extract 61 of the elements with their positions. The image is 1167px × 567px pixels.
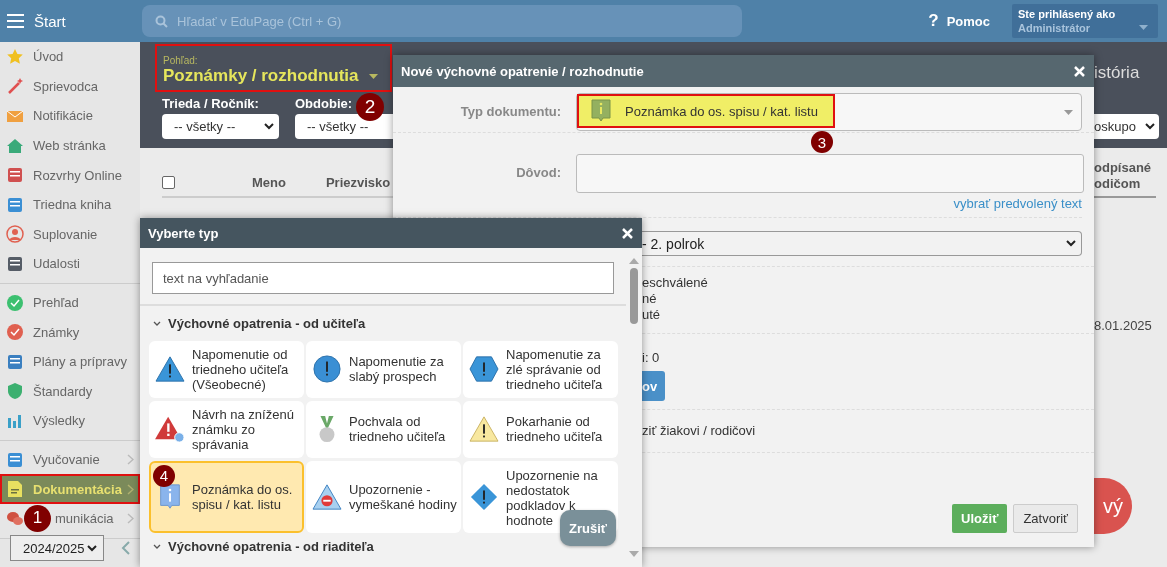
dialog-title: Vyberte typ bbox=[148, 225, 219, 241]
type-option[interactable]: Pokarhanie od triedneho učiteľa bbox=[463, 400, 618, 458]
type-option[interactable]: Napomenutie od triedneho učiteľa (Všeobecné) bbox=[149, 340, 304, 398]
section-header[interactable]: Výchovné opatrenia - od učiteľa bbox=[149, 314, 366, 333]
filter-label: Obdobie: bbox=[295, 96, 353, 111]
callout-badge: 1 bbox=[24, 504, 51, 532]
type-option[interactable]: Pochvala od triedneho učiteľa bbox=[306, 400, 461, 458]
search-field[interactable]: text na vyhľadanie bbox=[152, 262, 614, 294]
sidebar-item[interactable]: Výsledky bbox=[0, 406, 140, 436]
column-header[interactable]: Priezvisko bbox=[325, 174, 391, 190]
sidebar-item[interactable]: munikácia bbox=[48, 503, 140, 534]
callout-badge: 2 bbox=[356, 93, 384, 121]
sidebar-item[interactable]: Notifikácie bbox=[0, 101, 140, 131]
sidebar-item[interactable]: Vyučovanie bbox=[0, 444, 140, 475]
sidebar-item[interactable]: Rozvrhy Online bbox=[0, 160, 140, 190]
help-icon[interactable]: ? bbox=[928, 11, 939, 31]
state-option[interactable]: né bbox=[642, 291, 657, 307]
sidebar-item[interactable]: Známky bbox=[0, 317, 140, 347]
user-menu[interactable]: Ste prihlásený ako Administrátor bbox=[1012, 4, 1158, 38]
close-button[interactable]: Zatvoriť bbox=[1013, 504, 1078, 533]
type-option[interactable]: Napomenutie za slabý prospech bbox=[306, 340, 461, 398]
type-option[interactable]: Napomenutie za zlé správanie od triedneho učiteľa bbox=[463, 340, 618, 398]
column-header[interactable]: Meno bbox=[252, 174, 286, 190]
filter-label: Trieda / Ročník: bbox=[162, 96, 259, 111]
action-button[interactable]: ov bbox=[642, 371, 665, 401]
state-option[interactable]: eschválené bbox=[642, 275, 708, 291]
sidebar-item[interactable]: Plány a prípravy bbox=[0, 346, 140, 377]
sidebar-item[interactable]: Sprievodca bbox=[0, 71, 140, 102]
filter-select[interactable]: -- všetky -- bbox=[162, 114, 279, 139]
count-text: i: 0 bbox=[642, 350, 660, 365]
section-header[interactable]: Výchovné opatrenia - od riaditeľa bbox=[149, 537, 374, 555]
dialog-title: Nové výchovné opatrenie / rozhodnutie bbox=[401, 63, 644, 79]
field-label: Dôvod: bbox=[515, 164, 561, 180]
table-cell: 8.01.2025 bbox=[1094, 318, 1152, 333]
callout-badge: 3 bbox=[811, 131, 833, 153]
state-option[interactable]: uté bbox=[642, 307, 661, 323]
sidebar-item[interactable]: Prehľad bbox=[0, 287, 140, 318]
preset-text-link[interactable]: vybrať predvolený text bbox=[953, 196, 1082, 211]
sidebar-item[interactable]: Udalosti bbox=[0, 249, 140, 279]
type-option[interactable]: Upozornenie - vymeškané hodiny bbox=[306, 460, 461, 533]
sidebar-item[interactable]: Web stránka bbox=[0, 130, 140, 161]
sidebar-item[interactable]: Štandardy bbox=[0, 376, 140, 407]
field-label: Typ dokumentu: bbox=[459, 103, 561, 119]
app-title[interactable]: Štart bbox=[34, 12, 66, 30]
cancel-button[interactable]: Zrušiť bbox=[560, 510, 616, 546]
help-link[interactable]: Pomoc bbox=[946, 13, 990, 29]
notify-option[interactable]: ziť žiakovi / rodičovi bbox=[642, 423, 756, 438]
view-selector[interactable]: Pohľad: Poznámky / rozhodnutia bbox=[155, 44, 392, 92]
school-year-select[interactable]: 2024/2025 bbox=[10, 535, 104, 561]
callout-badge: 4 bbox=[153, 464, 175, 487]
new-button[interactable]: vý bbox=[1094, 478, 1132, 534]
period-select[interactable]: - 2. polrok bbox=[642, 231, 1082, 256]
sidebar-item[interactable]: Úvod bbox=[0, 42, 140, 72]
sidebar-item[interactable]: Suplovanie bbox=[0, 219, 140, 250]
document-type-select[interactable]: Poznámka do os. spisu / kat. listu bbox=[576, 93, 1082, 131]
sidebar-item[interactable]: Triedna kniha bbox=[0, 189, 140, 220]
type-option[interactable]: Návrh na zníženú známku zo správania bbox=[149, 400, 304, 458]
page-heading: istória bbox=[1094, 63, 1140, 83]
group-select[interactable]: oskupo bbox=[1094, 114, 1159, 139]
type-option[interactable]: Poznámka do os. spisu / kat. listu 4 bbox=[149, 460, 304, 533]
search-field[interactable]: Hľadať v EduPage (Ctrl + G) bbox=[142, 5, 742, 37]
